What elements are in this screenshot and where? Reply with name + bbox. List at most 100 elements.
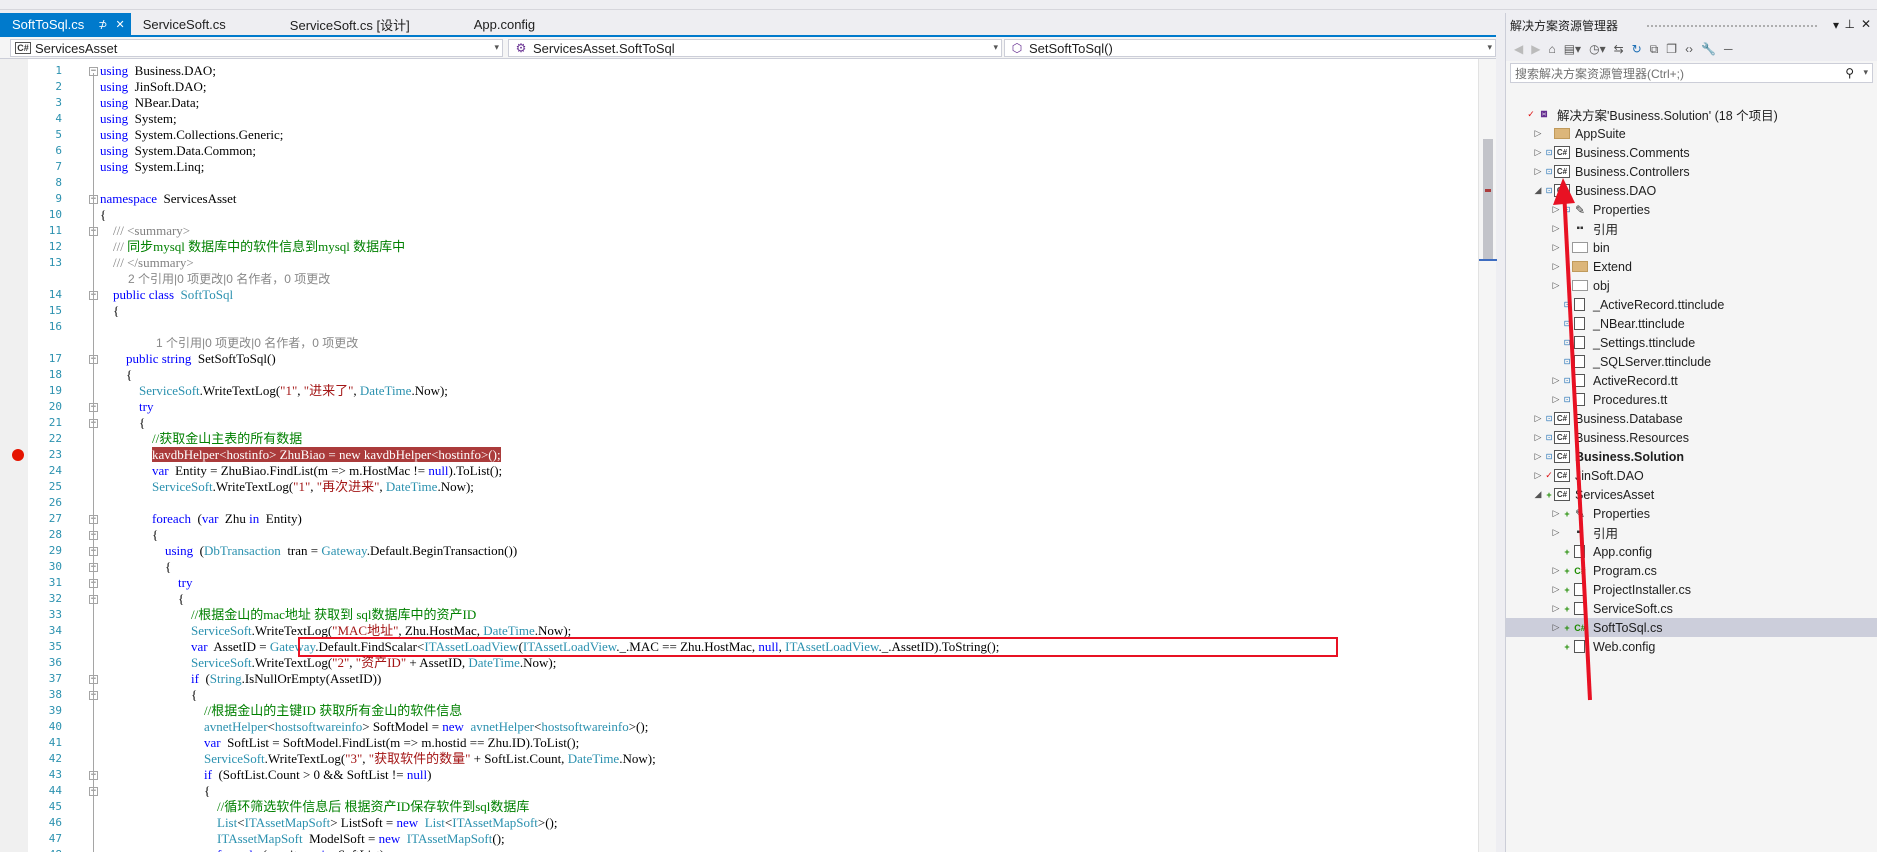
close-icon[interactable]: ✕ <box>115 18 124 31</box>
expand-arrow-icon[interactable]: ▷ <box>1532 451 1544 462</box>
refresh-icon[interactable]: ↻ <box>1632 42 1642 56</box>
code-line[interactable]: 22 //获取金山主表的所有数据 <box>0 431 1478 447</box>
code-line[interactable]: 14− public class SoftToSql <box>0 287 1478 303</box>
code-line[interactable]: 30− { <box>0 559 1478 575</box>
code-line[interactable]: 12 /// 同步mysql 数据库中的软件信息到mysql 数据库中 <box>0 239 1478 255</box>
code-line[interactable]: 20− try <box>0 399 1478 415</box>
collapse-arrow-icon[interactable]: ◢ <box>1532 489 1544 500</box>
code-line[interactable]: 1− using Business.DAO; <box>0 63 1478 79</box>
show-all-files-icon[interactable]: ❐ <box>1666 42 1677 56</box>
code-line[interactable]: 42 ServiceSoft.WriteTextLog("3", "获取软件的数… <box>0 751 1478 767</box>
expand-arrow-icon[interactable]: ▷ <box>1550 204 1562 215</box>
pin-icon[interactable]: ⊥ <box>1845 17 1855 31</box>
tree-item[interactable]: ▷ ⊡ ActiveRecord.tt <box>1506 371 1877 390</box>
tree-item[interactable]: ⊡ _ActiveRecord.ttinclude <box>1506 295 1877 314</box>
member-dropdown[interactable]: ⬡ SetSoftToSql() ▾ <box>1004 39 1496 57</box>
tree-item[interactable]: + Web.config <box>1506 637 1877 656</box>
code-line[interactable]: 25 ServiceSoft.WriteTextLog("1", "再次进来",… <box>0 479 1478 495</box>
expand-arrow-icon[interactable]: ▷ <box>1550 508 1562 519</box>
close-icon[interactable]: ✕ <box>1861 17 1871 31</box>
expand-arrow-icon[interactable]: ▷ <box>1550 280 1562 291</box>
expand-arrow-icon[interactable]: ▷ <box>1550 261 1562 272</box>
expand-arrow-icon[interactable]: ▷ <box>1532 432 1544 443</box>
tree-item[interactable]: ▷ ▪▪ 引用 <box>1506 219 1877 238</box>
chevron-down-icon[interactable]: ▾ <box>1863 67 1868 78</box>
code-line[interactable]: 26 <box>0 495 1478 511</box>
code-line[interactable]: 46 List<ITAssetMapSoft> ListSoft = new L… <box>0 815 1478 831</box>
scrollbar-thumb[interactable] <box>1483 139 1493 261</box>
tree-item[interactable]: ◢ + C# ServicesAsset <box>1506 485 1877 504</box>
tree-item[interactable]: ▷ ▪▪ 引用 <box>1506 523 1877 542</box>
back-icon[interactable]: ◀ <box>1514 42 1523 56</box>
code-line[interactable]: 28− { <box>0 527 1478 543</box>
code-line[interactable]: 11− /// <summary> <box>0 223 1478 239</box>
code-line[interactable]: 13 /// </summary> <box>0 255 1478 271</box>
code-line[interactable]: 40 avnetHelper<hostsoftwareinfo> SoftMod… <box>0 719 1478 735</box>
sync-icon[interactable]: ⇆ <box>1614 42 1624 56</box>
home-icon[interactable]: ⌂ <box>1548 42 1555 56</box>
tree-item[interactable]: ⊡ _Settings.ttinclude <box>1506 333 1877 352</box>
expand-arrow-icon[interactable]: ▷ <box>1550 394 1562 405</box>
tree-item[interactable]: ▷ ⊡ Procedures.tt <box>1506 390 1877 409</box>
code-line[interactable]: 45 //循环筛选软件信息后 根据资产ID保存软件到sql数据库 <box>0 799 1478 815</box>
code-line[interactable]: 48 foreach (var items in SoftList) <box>0 847 1478 852</box>
expand-arrow-icon[interactable]: ▷ <box>1532 413 1544 424</box>
tree-item[interactable]: ⊡ _SQLServer.ttinclude <box>1506 352 1877 371</box>
code-line[interactable]: 5 using System.Collections.Generic; <box>0 127 1478 143</box>
tree-item[interactable]: ▷ + ✎ Properties <box>1506 504 1877 523</box>
tree-item[interactable]: ▷ ⊡ C# Business.Resources <box>1506 428 1877 447</box>
expand-arrow-icon[interactable]: ▷ <box>1550 242 1562 253</box>
vertical-scrollbar[interactable] <box>1478 59 1497 852</box>
class-dropdown[interactable]: ⚙ ServicesAsset.SoftToSql ▾ <box>508 39 1002 57</box>
tree-item[interactable]: + App.config <box>1506 542 1877 561</box>
code-line[interactable]: 38− { <box>0 687 1478 703</box>
code-line[interactable]: 7 using System.Linq; <box>0 159 1478 175</box>
tree-item[interactable]: ◢ ⊡ C# Business.DAO <box>1506 181 1877 200</box>
code-line[interactable]: 41 var SoftList = SoftModel.FindList(m =… <box>0 735 1478 751</box>
code-line[interactable]: 9−namespace ServicesAsset <box>0 191 1478 207</box>
tree-item[interactable]: ▷ obj <box>1506 276 1877 295</box>
tree-item[interactable]: ▷ ⊡ C# Business.Database <box>1506 409 1877 428</box>
expand-arrow-icon[interactable]: ▷ <box>1550 603 1562 614</box>
tree-item[interactable]: ▷ ⊡ C# Business.Comments <box>1506 143 1877 162</box>
tree-item[interactable]: ▷ + ProjectInstaller.cs <box>1506 580 1877 599</box>
code-line[interactable]: 4 using System; <box>0 111 1478 127</box>
preview-icon[interactable]: ─ <box>1724 42 1733 56</box>
tree-item[interactable]: ▷ ⊡ C# Business.Solution <box>1506 447 1877 466</box>
pin-icon[interactable]: ⊅ <box>98 18 107 31</box>
collapse-all-icon[interactable]: ⧉ <box>1650 42 1659 57</box>
expand-arrow-icon[interactable]: ▷ <box>1532 147 1544 158</box>
expand-arrow-icon[interactable]: ▷ <box>1550 527 1562 538</box>
tree-item[interactable]: ▷ bin <box>1506 238 1877 257</box>
expand-arrow-icon[interactable]: ▷ <box>1550 223 1562 234</box>
tab-servicesoft-design[interactable]: ServiceSoft.cs [设计] <box>278 13 422 35</box>
pending-changes-icon[interactable]: ◷▾ <box>1589 42 1606 56</box>
code-line[interactable]: 43− if (SoftList.Count > 0 && SoftList !… <box>0 767 1478 783</box>
code-line[interactable]: 47 ITAssetMapSoft ModelSoft = new ITAsse… <box>0 831 1478 847</box>
search-icon[interactable]: ⚲ <box>1845 66 1854 80</box>
expand-arrow-icon[interactable]: ▷ <box>1532 166 1544 177</box>
code-line[interactable]: 27− foreach (var Zhu in Entity) <box>0 511 1478 527</box>
solution-search-input[interactable]: 搜索解决方案资源管理器(Ctrl+;) ⚲ ▾ <box>1510 63 1873 83</box>
codelens-info[interactable]: 1 个引用|0 项更改|0 名作者，0 项更改 <box>156 335 358 351</box>
tree-item[interactable]: ▷ ⊡ C# Business.Controllers <box>1506 162 1877 181</box>
tree-item[interactable]: ▷ + ServiceSoft.cs <box>1506 599 1877 618</box>
tree-item[interactable]: ▷ ✓ C# JinSoft.DAO <box>1506 466 1877 485</box>
code-line[interactable]: 29− using (DbTransaction tran = Gateway.… <box>0 543 1478 559</box>
codelens-row[interactable]: 1 个引用|0 项更改|0 名作者，0 项更改 <box>0 335 1478 351</box>
code-line[interactable]: 17− public string SetSoftToSql() <box>0 351 1478 367</box>
code-line[interactable]: 35 var AssetID = Gateway.Default.FindSca… <box>0 637 1478 657</box>
code-line[interactable]: 44− { <box>0 783 1478 799</box>
code-text-area[interactable]: 1− using Business.DAO; 2 using JinSoft.DAO;… <box>0 59 1478 852</box>
tree-item[interactable]: ▷ AppSuite <box>1506 124 1877 143</box>
expand-arrow-icon[interactable]: ▷ <box>1550 565 1562 576</box>
tab-softtosql[interactable]: SoftToSql.cs ⊅ ✕ <box>0 13 131 35</box>
code-line[interactable]: 16 <box>0 319 1478 335</box>
code-line[interactable]: 21− { <box>0 415 1478 431</box>
code-line[interactable]: 37− if (String.IsNullOrEmpty(AssetID)) <box>0 671 1478 687</box>
tab-servicesoft[interactable]: ServiceSoft.cs <box>131 13 238 35</box>
code-line[interactable]: 10 { <box>0 207 1478 223</box>
expand-arrow-icon[interactable]: ▷ <box>1550 584 1562 595</box>
view-code-icon[interactable]: ‹› <box>1685 42 1693 56</box>
tree-item[interactable]: ▷ + C# Program.cs <box>1506 561 1877 580</box>
